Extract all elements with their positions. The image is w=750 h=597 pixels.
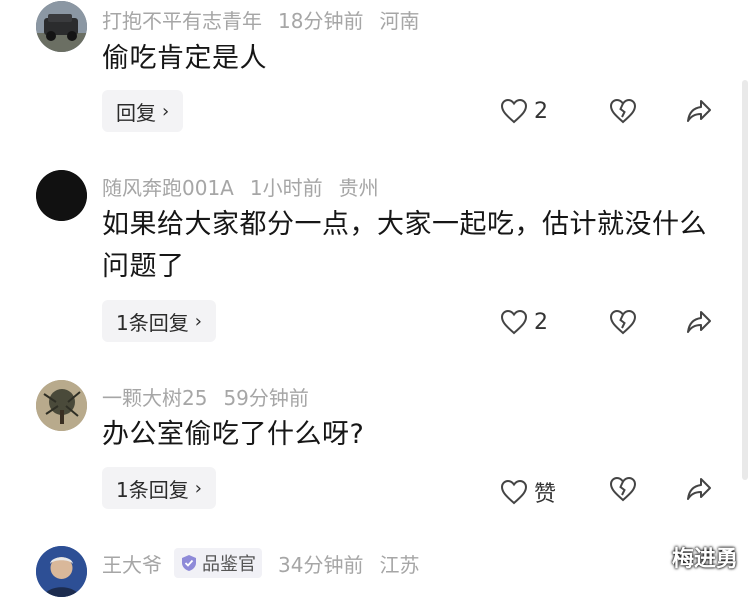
comment-time: 18分钟前 — [278, 9, 364, 33]
avatar[interactable] — [36, 380, 87, 431]
badge: 品鉴官 — [174, 548, 262, 578]
comment-text: 如果给大家都分一点，大家一起吃，估计就没什么问题了 — [102, 209, 707, 282]
elder-man-photo-avatar-icon — [36, 546, 87, 597]
comment-meta: 一颗大树25 59分钟前 — [102, 382, 309, 411]
reply-button[interactable]: 1条回复 › — [102, 300, 216, 342]
broken-heart-icon — [609, 309, 637, 335]
reply-label: 回复 — [116, 100, 156, 125]
username[interactable]: 打抱不平有志青年 — [102, 5, 262, 34]
comment-location: 河南 — [379, 9, 420, 33]
dislike-button[interactable] — [609, 309, 637, 335]
dislike-button[interactable] — [609, 476, 637, 502]
broken-heart-icon — [609, 98, 637, 124]
car-photo-avatar-icon — [36, 1, 87, 52]
dislike-button[interactable] — [609, 98, 637, 124]
watermark: 梅进勇 — [671, 547, 738, 572]
verified-shield-icon — [182, 555, 196, 571]
share-arrow-icon — [687, 478, 711, 500]
share-arrow-icon — [687, 100, 711, 122]
broken-heart-icon — [609, 476, 637, 502]
reply-button[interactable]: 回复 › — [102, 90, 184, 132]
username[interactable]: 一颗大树25 — [102, 382, 207, 411]
avatar[interactable] — [36, 546, 87, 597]
like-count: 2 — [534, 98, 548, 124]
avatar[interactable] — [36, 1, 87, 52]
comment-location: 江苏 — [379, 552, 420, 577]
like-button[interactable]: 赞 — [500, 476, 556, 508]
comment-meta: 打抱不平有志青年 18分钟前 河南 — [102, 5, 419, 34]
comment-time: 1小时前 — [249, 176, 323, 200]
like-button[interactable]: 2 — [500, 98, 548, 124]
badge-label: 品鉴官 — [202, 554, 256, 575]
comment-meta: 王大爷 品鉴官 34分钟前 江苏 — [102, 548, 419, 578]
share-button[interactable] — [685, 98, 713, 124]
share-button[interactable] — [685, 309, 713, 335]
chevron-right-icon: › — [194, 477, 202, 499]
like-label: 赞 — [534, 482, 557, 507]
comment-time: 34分钟前 — [278, 552, 364, 577]
username[interactable]: 王大爷 — [102, 549, 162, 578]
avatar[interactable] — [36, 170, 87, 221]
comment-text: 办公室偷吃了什么呀? — [102, 419, 365, 450]
reply-button[interactable]: 1条回复 › — [102, 467, 216, 509]
scrollbar[interactable] — [742, 80, 748, 480]
tree-photo-avatar-icon — [36, 380, 87, 431]
reply-label: 1条回复 — [116, 477, 189, 502]
heart-icon — [500, 479, 528, 505]
like-button[interactable]: 2 — [500, 309, 548, 335]
comment-time: 59分钟前 — [223, 386, 309, 410]
username[interactable]: 随风奔跑001A — [102, 172, 234, 201]
share-button[interactable] — [685, 476, 713, 502]
comment-meta: 随风奔跑001A 1小时前 贵州 — [102, 172, 379, 201]
chevron-right-icon: › — [194, 310, 202, 332]
black-circle-avatar-icon — [36, 170, 87, 221]
heart-icon — [500, 98, 528, 124]
like-count: 2 — [534, 309, 548, 335]
comment-location: 贵州 — [338, 176, 379, 200]
comment-text: 偷吃肯定是人 — [102, 43, 267, 74]
share-arrow-icon — [687, 311, 711, 333]
heart-icon — [500, 309, 528, 335]
chevron-right-icon: › — [162, 100, 170, 122]
reply-label: 1条回复 — [116, 310, 189, 335]
